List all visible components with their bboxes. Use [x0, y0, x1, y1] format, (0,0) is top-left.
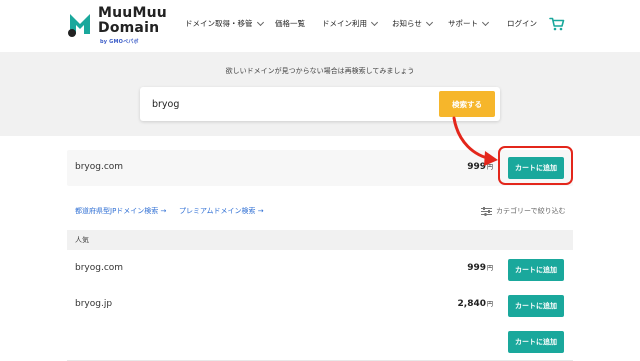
chevron-down-icon	[370, 18, 379, 26]
nav-domain-usage[interactable]: ドメイン利用	[322, 18, 379, 29]
muumuu-logo-icon[interactable]	[66, 10, 94, 38]
chevron-down-icon	[256, 18, 264, 26]
list-item: bryog.jp 2,840円 カートに追加	[67, 288, 573, 325]
result-price	[492, 335, 493, 345]
nav-label: ドメイン取得・移管	[185, 19, 253, 28]
nav-label: ドメイン利用	[322, 19, 367, 28]
add-to-cart-button[interactable]: カートに追加	[508, 295, 564, 317]
nav-support[interactable]: サポート	[448, 18, 490, 29]
brand-wordmark[interactable]: MuuMuu Domain	[98, 6, 167, 35]
annotation-highlight-ring	[498, 146, 573, 185]
nav-label: お知らせ	[392, 19, 422, 28]
price-value: 999	[467, 263, 486, 273]
result-domain: bryog.com	[75, 263, 124, 273]
popular-heading: 人気	[75, 236, 89, 244]
price-currency: 円	[486, 265, 493, 272]
list-item: bryog.com 999円 カートに追加	[67, 252, 573, 289]
prefecture-jp-search-link[interactable]: 都道府県型JPドメイン検索 →	[75, 206, 166, 216]
price-currency: 円	[486, 301, 493, 308]
nav-domain-acquire[interactable]: ドメイン取得・移管	[185, 18, 264, 29]
brand-line1: MuuMuu	[98, 5, 167, 21]
nav-news[interactable]: お知らせ	[392, 18, 433, 29]
filter-label: カテゴリーで絞り込む	[496, 207, 566, 215]
search-hint: 欲しいドメインが見つからない場合は再検索してみましょう	[225, 67, 415, 75]
domain-search-input[interactable]	[152, 95, 432, 113]
brand-line2: Domain	[98, 20, 160, 36]
result-domain: bryog.com	[75, 162, 124, 172]
site-header: MuuMuu Domain by GMOペパボ ドメイン取得・移管 価格一覧 ド…	[0, 0, 640, 52]
popular-section-header: 人気	[67, 230, 573, 250]
shopping-cart-icon[interactable]	[549, 17, 565, 31]
search-section: 欲しいドメインが見つからない場合は再検索してみましょう 検索する	[0, 52, 640, 136]
add-to-cart-button[interactable]: カートに追加	[508, 331, 564, 353]
chevron-down-icon	[481, 18, 490, 26]
filter-sliders-icon	[481, 206, 492, 216]
price-value: 2,840	[457, 299, 486, 309]
nav-label: サポート	[448, 19, 478, 28]
result-price: 999円	[467, 263, 493, 273]
premium-domain-search-link[interactable]: プレミアムドメイン検索 →	[179, 206, 264, 216]
nav-login[interactable]: ログイン	[507, 18, 537, 29]
add-to-cart-button[interactable]: カートに追加	[508, 259, 564, 281]
nav-label: ログイン	[507, 19, 537, 28]
nav-price-list[interactable]: 価格一覧	[275, 18, 305, 29]
result-domain: bryog.jp	[75, 299, 113, 309]
chevron-down-icon	[425, 18, 433, 26]
category-filter-toggle[interactable]: カテゴリーで絞り込む	[481, 206, 566, 216]
result-price: 2,840円	[458, 299, 493, 309]
nav-label: 価格一覧	[275, 19, 305, 28]
list-item: カートに追加	[67, 324, 573, 361]
brand-by-gmo: by GMOペパボ	[100, 39, 139, 45]
